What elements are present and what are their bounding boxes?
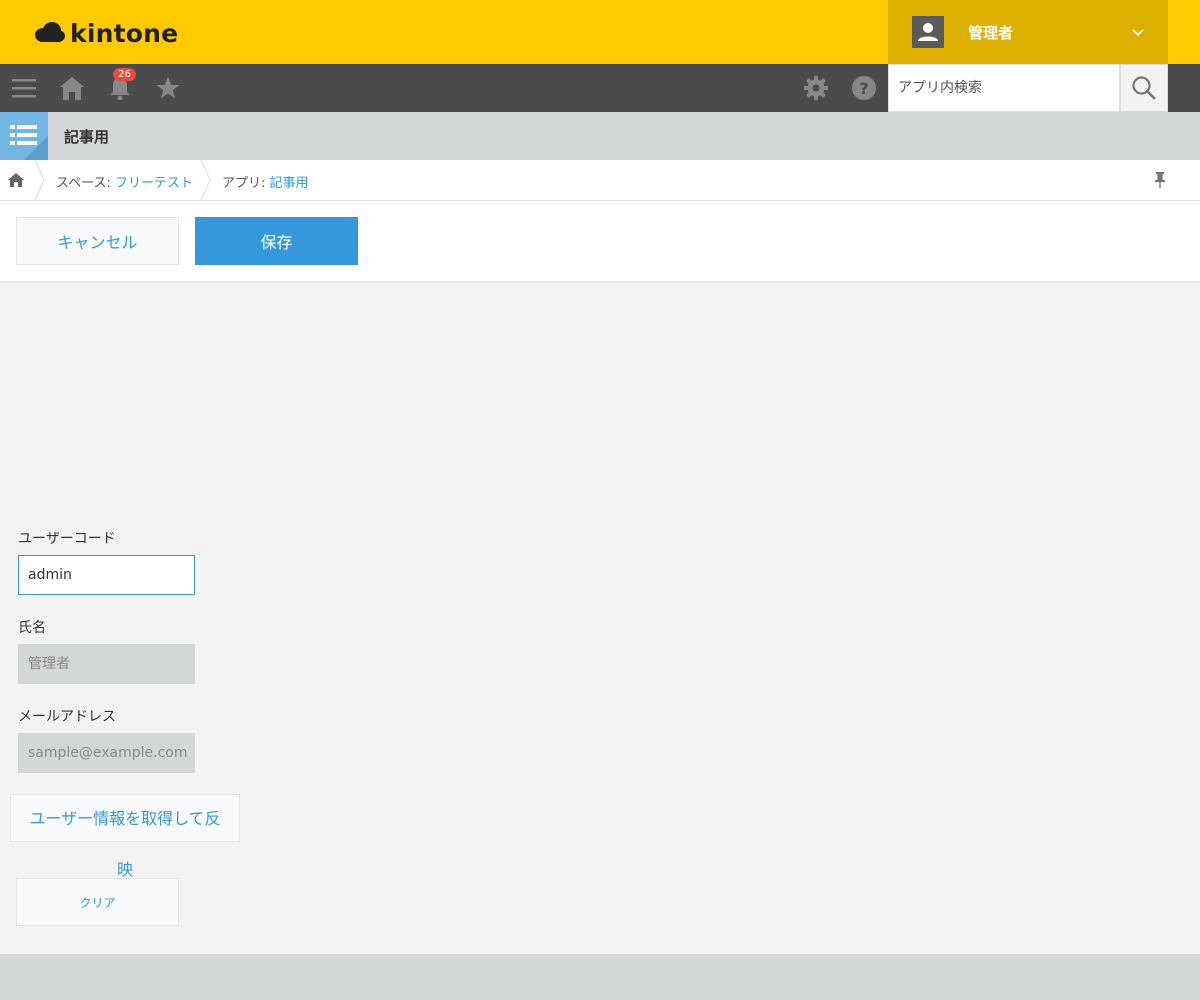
cloud-logo-icon [35,22,65,42]
breadcrumb-app: アプリ: 記事用 [222,172,309,191]
chevron-down-icon [1132,29,1144,37]
user-name: 管理者 [968,23,1014,42]
breadcrumb-space-prefix: スペース: [56,176,115,191]
help-icon[interactable]: ? [852,76,876,100]
search-icon [1132,76,1156,100]
breadcrumb-app-link[interactable]: 記事用 [270,176,309,191]
breadcrumb-space: スペース: フリーテスト [56,172,193,191]
global-header: kintone 管理者 [0,0,1200,64]
home-icon[interactable] [60,76,84,100]
home-icon[interactable] [8,172,24,188]
fetch-button-label-overflow: 映 [116,860,133,879]
logo-text: kintone [70,18,179,48]
user-code-input[interactable] [18,555,195,595]
app-icon [0,112,48,160]
menu-icon[interactable] [12,76,36,100]
search-input[interactable] [889,65,1119,111]
breadcrumb-separator [34,160,45,200]
footer [0,954,1200,1000]
save-button[interactable]: 保存 [195,217,358,265]
clear-button[interactable]: クリア [16,878,179,926]
breadcrumb: スペース: フリーテスト アプリ: 記事用 [0,160,1200,201]
name-label: 氏名 [18,620,46,636]
user-menu[interactable]: 管理者 [888,0,1168,64]
cancel-button[interactable]: キャンセル [16,217,179,265]
record-action-bar: キャンセル 保存 [0,201,1200,282]
star-icon[interactable] [156,76,180,100]
app-search [888,64,1120,112]
user-icon [918,23,938,41]
gear-icon[interactable] [804,76,828,100]
user-code-label: ユーザーコード [18,531,116,547]
name-field [18,644,195,684]
kintone-logo[interactable]: kintone [34,18,178,48]
list-icon [10,125,48,160]
email-label: メールアドレス [18,709,116,725]
app-title: 記事用 [64,128,110,146]
breadcrumb-app-prefix: アプリ: [222,176,270,191]
breadcrumb-space-link[interactable]: フリーテスト [115,176,193,191]
email-field [18,733,195,773]
fetch-user-info-button[interactable]: ユーザー情報を取得して反 [10,794,240,842]
search-button[interactable] [1120,64,1168,112]
svg-text:?: ? [859,79,868,98]
fetch-button-label: ユーザー情報を取得して反 [29,809,221,828]
app-header: 記事用 [0,112,1200,160]
breadcrumb-separator [200,160,211,200]
pin-icon[interactable] [1153,172,1167,188]
avatar [912,16,944,48]
notification-badge: 26 [113,68,136,81]
